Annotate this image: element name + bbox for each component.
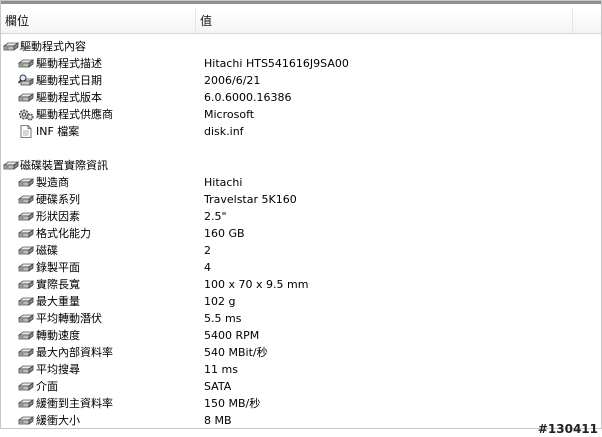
property-field: 硬碟系列 (36, 193, 80, 206)
property-field: 驅動程式版本 (36, 91, 102, 104)
drive-icon (18, 193, 34, 206)
drive-icon (18, 397, 34, 410)
property-row[interactable]: 驅動程式供應商 Microsoft (1, 106, 601, 123)
property-value: disk.inf (204, 125, 244, 138)
watermark: #130411 (537, 422, 598, 436)
property-row[interactable]: 錄製平面 4 (1, 259, 601, 276)
search-drive-icon (18, 74, 34, 87)
property-row[interactable]: INF 檔案 disk.inf (1, 123, 601, 140)
drive-icon (18, 380, 34, 393)
drive-icon (18, 91, 34, 104)
property-field: INF 檔案 (36, 125, 80, 138)
drive-icon (18, 261, 34, 274)
property-value: Hitachi (204, 176, 243, 189)
property-value: Hitachi HTS541616J9SA00 (204, 57, 349, 70)
property-value: 5400 RPM (204, 329, 260, 342)
drive-icon (18, 414, 34, 427)
property-field: 平均搜尋 (36, 363, 80, 376)
drive-icon (18, 346, 34, 359)
device-properties-panel: 欄位 值 驅動程式內容驅動程式描述 Hitachi HTS541616J9SA00… (0, 0, 602, 429)
property-value: Travelstar 5K160 (204, 193, 297, 206)
property-field: 緩衝到主資料率 (36, 397, 113, 410)
property-value: 4 (204, 261, 211, 274)
top-border (1, 1, 601, 4)
drive-icon (18, 244, 34, 257)
property-value: 540 MBit/秒 (204, 346, 268, 359)
property-value: 100 x 70 x 9.5 mm (204, 278, 309, 291)
drive-icon (18, 363, 34, 376)
property-field: 最大內部資料率 (36, 346, 113, 359)
property-row[interactable]: 平均轉動潛伏 5.5 ms (1, 310, 601, 327)
property-value: 160 GB (204, 227, 245, 240)
drive-icon (18, 176, 34, 189)
property-field: 格式化能力 (36, 227, 91, 240)
column-header-field[interactable]: 欄位 (1, 9, 196, 33)
property-field: 驅動程式描述 (36, 57, 102, 70)
property-row[interactable]: 平均搜尋 11 ms (1, 361, 601, 378)
property-value: 11 ms (204, 363, 238, 376)
property-row[interactable]: 最大內部資料率 540 MBit/秒 (1, 344, 601, 361)
column-header-filler (570, 9, 602, 33)
property-row[interactable]: 緩衝到主資料率 150 MB/秒 (1, 395, 601, 412)
property-value: 2006/6/21 (204, 74, 261, 87)
property-field: 實際長寬 (36, 278, 80, 291)
category-row[interactable]: 驅動程式內容 (1, 38, 601, 55)
property-field: 平均轉動潛伏 (36, 312, 102, 325)
property-row[interactable]: 緩衝大小 8 MB (1, 412, 601, 429)
property-value: 8 MB (204, 414, 232, 427)
property-row[interactable]: 製造商 Hitachi (1, 174, 601, 191)
property-field: 形狀因素 (36, 210, 80, 223)
property-value: 2 (204, 244, 211, 257)
property-row[interactable]: 硬碟系列 Travelstar 5K160 (1, 191, 601, 208)
property-value: SATA (204, 380, 232, 393)
column-header: 欄位 值 (1, 9, 601, 34)
drive-icon (18, 329, 34, 342)
drive-icon (18, 57, 34, 70)
property-value: Microsoft (204, 108, 255, 121)
drive-icon (18, 210, 34, 223)
property-value: 150 MB/秒 (204, 397, 261, 410)
property-row[interactable]: 最大重量 102 g (1, 293, 601, 310)
property-field: 磁碟 (36, 244, 58, 257)
drive-icon (18, 312, 34, 325)
property-field: 最大重量 (36, 295, 80, 308)
column-header-value[interactable]: 值 (196, 9, 573, 33)
property-value: 102 g (204, 295, 236, 308)
document-icon (18, 125, 34, 138)
property-value: 6.0.6000.16386 (204, 91, 292, 104)
property-value: 5.5 ms (204, 312, 242, 325)
property-row[interactable]: 格式化能力 160 GB (1, 225, 601, 242)
property-row[interactable]: 驅動程式描述 Hitachi HTS541616J9SA00 (1, 55, 601, 72)
drive-icon (18, 227, 34, 240)
property-row[interactable]: 驅動程式日期 2006/6/21 (1, 72, 601, 89)
property-value: 2.5" (204, 210, 227, 223)
drive-icon (18, 295, 34, 308)
property-field: 驅動程式供應商 (36, 108, 113, 121)
property-field: 錄製平面 (36, 261, 80, 274)
gear-icon (18, 108, 34, 121)
category-label: 磁碟裝置實際資訊 (20, 159, 108, 172)
property-row[interactable]: 實際長寬 100 x 70 x 9.5 mm (1, 276, 601, 293)
property-field: 轉動速度 (36, 329, 80, 342)
properties-list: 驅動程式內容驅動程式描述 Hitachi HTS541616J9SA00 驅動程式日… (1, 38, 601, 429)
property-row[interactable]: 轉動速度 5400 RPM (1, 327, 601, 344)
property-field: 緩衝大小 (36, 414, 80, 427)
property-field: 介面 (36, 380, 58, 393)
property-row[interactable]: 介面 SATA (1, 378, 601, 395)
property-row[interactable]: 驅動程式版本 6.0.6000.16386 (1, 89, 601, 106)
drive-icon (18, 278, 34, 291)
category-label: 驅動程式內容 (20, 40, 86, 53)
category-row[interactable]: 磁碟裝置實際資訊 (1, 157, 601, 174)
drive-icon (3, 159, 19, 172)
property-field: 製造商 (36, 176, 69, 189)
property-field: 驅動程式日期 (36, 74, 102, 87)
property-row[interactable]: 磁碟 2 (1, 242, 601, 259)
property-row[interactable]: 形狀因素 2.5" (1, 208, 601, 225)
drive-icon (3, 40, 19, 53)
